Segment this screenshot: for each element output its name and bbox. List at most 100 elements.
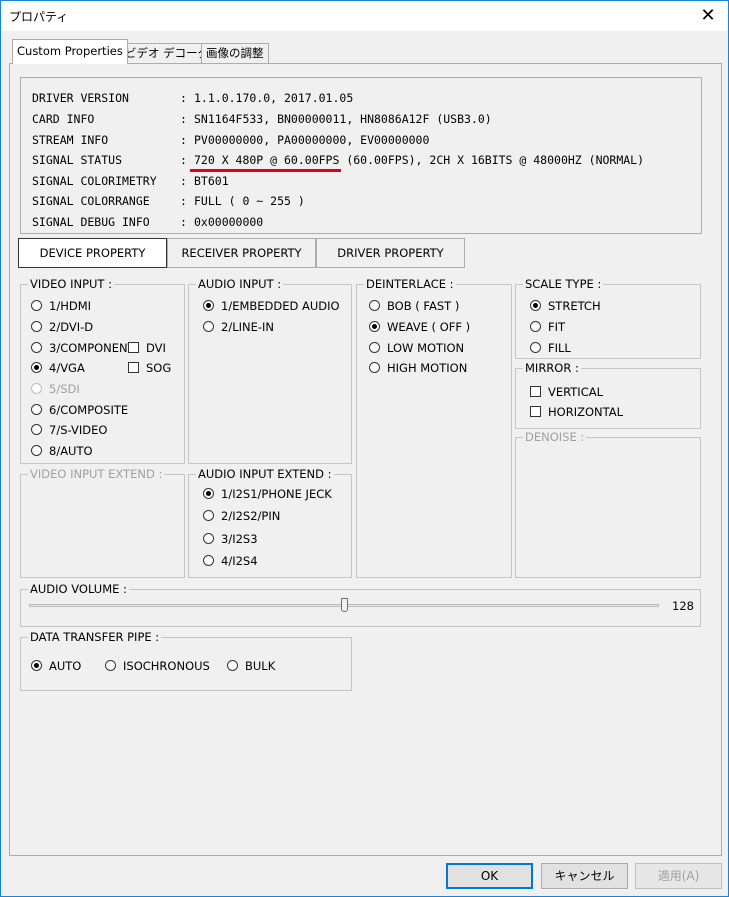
option-label: 7/S-VIDEO (49, 423, 108, 437)
checkbox-icon (128, 362, 139, 373)
info-value: 720 X 480P @ 60.00FPS (60.00FPS), 2CH X … (194, 153, 645, 167)
checkbox-label: DVI (146, 341, 166, 355)
option-label: AUTO (49, 659, 82, 673)
info-colon: : (180, 174, 187, 188)
radio-icon (105, 660, 116, 671)
audio-volume-group: AUDIO VOLUME : (20, 582, 701, 627)
option-label: 8/AUTO (49, 444, 93, 458)
video-input-option-dvi-d[interactable]: 2/DVI-D (31, 319, 93, 335)
info-colon: : (180, 112, 187, 126)
info-row-card-info: CARD INFO: SN1164F533, BN00000011, HN8086… (32, 112, 492, 126)
video-input-option-hdmi[interactable]: 1/HDMI (31, 298, 91, 314)
option-label: 1/EMBEDDED AUDIO (221, 299, 340, 313)
close-icon[interactable]: ✕ (688, 1, 728, 31)
pipe-option-isochronous[interactable]: ISOCHRONOUS (105, 658, 210, 674)
cancel-button[interactable]: キャンセル (541, 863, 628, 889)
audio-extend-option-i2s1[interactable]: 1/I2S1/PHONE JECK (203, 486, 332, 502)
audio-input-option-embedded[interactable]: 1/EMBEDDED AUDIO (203, 298, 340, 314)
option-label: 4/VGA (49, 361, 85, 375)
radio-icon (31, 342, 42, 353)
checkbox-icon (530, 406, 541, 417)
pipe-option-bulk[interactable]: BULK (227, 658, 275, 674)
video-input-extend-title: VIDEO INPUT EXTEND : (28, 467, 165, 481)
radio-icon (369, 362, 380, 373)
info-row-signal-colorrange: SIGNAL COLORRANGE: FULL ( 0 ~ 255 ) (32, 194, 305, 208)
audio-extend-option-i2s3[interactable]: 3/I2S3 (203, 531, 258, 547)
video-input-extend-group: VIDEO INPUT EXTEND : (20, 467, 185, 578)
info-colon: : (180, 133, 187, 147)
video-input-option-auto[interactable]: 8/AUTO (31, 443, 93, 459)
radio-icon (31, 445, 42, 456)
info-colon: : (180, 194, 187, 208)
scale-type-option-fit[interactable]: FIT (530, 319, 565, 335)
radio-icon (369, 300, 380, 311)
signal-info-box: DRIVER VERSION:1.1.0.170.0, 2017.01.05 C… (20, 77, 702, 234)
deinterlace-option-low-motion[interactable]: LOW MOTION (369, 340, 464, 356)
video-input-option-component[interactable]: 3/COMPONENT (31, 340, 135, 356)
dvi-checkbox[interactable]: DVI (128, 340, 166, 356)
deinterlace-option-weave[interactable]: WEAVE ( OFF ) (369, 319, 470, 335)
video-input-option-s-video[interactable]: 7/S-VIDEO (31, 422, 107, 438)
properties-window: プロパティ ✕ Custom Properties ビデオ デコーダー 画像の調… (0, 0, 729, 897)
pipe-option-auto[interactable]: AUTO (31, 658, 81, 674)
tab-custom-properties[interactable]: Custom Properties (12, 39, 128, 64)
radio-icon (203, 321, 214, 332)
radio-icon (31, 383, 42, 394)
radio-icon (530, 321, 541, 332)
audio-extend-option-i2s4[interactable]: 4/I2S4 (203, 553, 258, 569)
scale-type-title: SCALE TYPE : (523, 277, 604, 291)
info-label: SIGNAL COLORRANGE (32, 194, 150, 208)
title-bar[interactable]: プロパティ ✕ (1, 1, 728, 31)
audio-input-option-line-in[interactable]: 2/LINE-IN (203, 319, 274, 335)
device-property-button[interactable]: DEVICE PROPERTY (18, 238, 167, 268)
radio-icon (203, 533, 214, 544)
info-row-driver-version: DRIVER VERSION:1.1.0.170.0, 2017.01.05 (32, 91, 353, 105)
video-input-option-vga[interactable]: 4/VGA (31, 360, 85, 376)
audio-volume-slider-thumb[interactable] (340, 598, 348, 612)
info-row-signal-debug-info: SIGNAL DEBUG INFO:0x00000000 (32, 215, 263, 229)
option-label: 3/COMPONENT (49, 341, 135, 355)
audio-volume-value: 128 (672, 599, 694, 613)
apply-button[interactable]: 適用(A) (635, 863, 722, 889)
mirror-vertical-checkbox[interactable]: VERTICAL (530, 384, 603, 400)
info-value: FULL ( 0 ~ 255 ) (194, 194, 305, 208)
checkbox-icon (530, 386, 541, 397)
deinterlace-title: DEINTERLACE : (364, 277, 456, 291)
option-label: 5/SDI (49, 382, 80, 396)
option-label: HIGH MOTION (387, 361, 468, 375)
scale-type-option-fill[interactable]: FILL (530, 340, 571, 356)
deinterlace-option-bob[interactable]: BOB ( FAST ) (369, 298, 459, 314)
info-label: STREAM INFO (32, 133, 109, 147)
radio-icon (203, 555, 214, 566)
audio-extend-option-i2s2[interactable]: 2/I2S2/PIN (203, 508, 280, 524)
video-input-title: VIDEO INPUT : (28, 277, 114, 291)
option-label: ISOCHRONOUS (123, 659, 210, 673)
receiver-property-button[interactable]: RECEIVER PROPERTY (167, 238, 316, 268)
sog-checkbox[interactable]: SOG (128, 360, 171, 376)
info-colon: : (180, 215, 187, 229)
radio-checked-icon (203, 300, 214, 311)
tab-image-adjustment[interactable]: 画像の調整 (201, 43, 269, 63)
option-label: BULK (245, 659, 276, 673)
ok-button[interactable]: OK (446, 863, 533, 889)
option-label: 1/HDMI (49, 299, 92, 313)
radio-icon (31, 321, 42, 332)
radio-checked-icon (530, 300, 541, 311)
radio-checked-icon (203, 488, 214, 499)
option-label: 1/I2S1/PHONE JECK (221, 487, 332, 501)
radio-icon (31, 404, 42, 415)
info-label: SIGNAL COLORIMETRY (32, 174, 157, 188)
radio-icon (369, 342, 380, 353)
video-input-option-sdi: 5/SDI (31, 381, 80, 397)
driver-property-button[interactable]: DRIVER PROPERTY (316, 238, 465, 268)
video-input-option-composite[interactable]: 6/COMPOSITE (31, 402, 128, 418)
radio-checked-icon (369, 321, 380, 332)
option-label: BOB ( FAST ) (387, 299, 460, 313)
mirror-horizontal-checkbox[interactable]: HORIZONTAL (530, 404, 623, 420)
info-label: SIGNAL DEBUG INFO (32, 215, 150, 229)
scale-type-option-stretch[interactable]: STRETCH (530, 298, 601, 314)
info-label: CARD INFO (32, 112, 95, 126)
deinterlace-option-high-motion[interactable]: HIGH MOTION (369, 360, 467, 376)
denoise-title: DENOISE : (523, 430, 587, 444)
data-transfer-pipe-title: DATA TRANSFER PIPE : (28, 630, 162, 644)
